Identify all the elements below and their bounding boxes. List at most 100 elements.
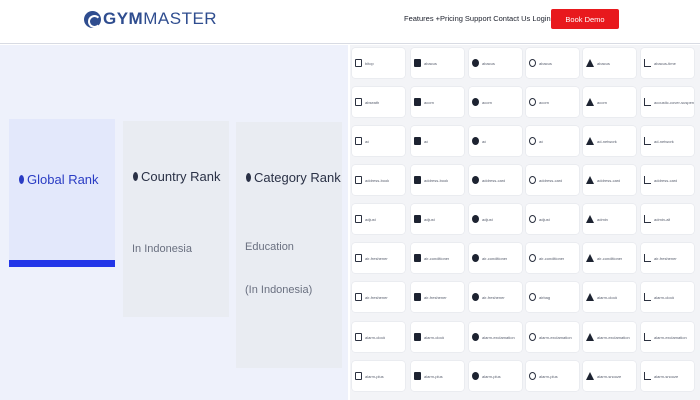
brand-name: GYMMASTER: [103, 9, 218, 28]
icon-tile[interactable]: alarm-exclamation: [526, 322, 579, 352]
air-freshener-icon: [355, 293, 362, 301]
icon-tile[interactable]: acorn: [583, 87, 636, 117]
icon-tile-label: air-freshener: [365, 255, 388, 261]
icon-tile-label: admin: [597, 216, 608, 222]
icon-tile[interactable]: ad: [411, 126, 464, 156]
icon-tile[interactable]: address-card: [469, 165, 522, 195]
icon-tile[interactable]: ad: [469, 126, 522, 156]
icon-tile[interactable]: alarm-snooze: [641, 361, 694, 391]
icon-tile[interactable]: adjust: [352, 204, 405, 234]
icon-tile[interactable]: air-freshener: [352, 243, 405, 273]
icon-tile-label: abseath: [365, 99, 380, 105]
icon-tile[interactable]: air-freshener: [352, 282, 405, 312]
alarm-exclamation-icon: [472, 333, 479, 341]
icon-tile[interactable]: abacus-time: [641, 48, 694, 78]
alarm-clock-icon: [644, 293, 651, 301]
book-demo-button[interactable]: Book Demo: [551, 9, 619, 29]
icon-tile[interactable]: abacus: [411, 48, 464, 78]
alarm-snooze-icon: [586, 372, 594, 380]
icon-tile[interactable]: air-conditioner: [526, 243, 579, 273]
icon-tile[interactable]: alarm-snooze: [583, 361, 636, 391]
icon-tile-label: alarm-plus: [424, 373, 443, 379]
rank-panel: Global Rank Country Rank In Indonesia Ca…: [0, 45, 348, 400]
icon-tile[interactable]: alarm-exclamation: [469, 322, 522, 352]
nav-login[interactable]: Login: [532, 14, 550, 24]
category-rank-card[interactable]: Category Rank Education (In Indonesia): [236, 122, 342, 368]
icon-tile[interactable]: adjust: [526, 204, 579, 234]
icon-tile[interactable]: abacus: [469, 48, 522, 78]
icon-tile-label: alarm-exclamation: [597, 334, 630, 340]
icon-tile[interactable]: alarm-plus: [526, 361, 579, 391]
icon-tile[interactable]: air-freshener: [641, 243, 694, 273]
icon-tile[interactable]: air-freshener: [411, 282, 464, 312]
icon-tile[interactable]: alarm-clock: [411, 322, 464, 352]
address-card-icon: [472, 176, 479, 184]
icon-tile[interactable]: address-book: [411, 165, 464, 195]
abacus-icon: [529, 59, 536, 67]
air-conditioner-icon: [586, 254, 594, 262]
icon-tile[interactable]: ad-network: [641, 126, 694, 156]
flag-icon: [133, 172, 138, 181]
icon-tile[interactable]: alarm-plus: [469, 361, 522, 391]
icon-tile[interactable]: alarm-plus: [352, 361, 405, 391]
icon-tile[interactable]: adjust: [469, 204, 522, 234]
address-book-icon: [414, 176, 421, 184]
icon-tile[interactable]: alarm-clock: [583, 282, 636, 312]
air-freshener-icon: [644, 254, 651, 262]
icon-tile[interactable]: abseath: [352, 87, 405, 117]
nav-support[interactable]: Support: [465, 14, 491, 24]
icon-tile[interactable]: air-conditioner: [411, 243, 464, 273]
icon-tile[interactable]: air-freshener: [469, 282, 522, 312]
nav-features[interactable]: Features: [404, 14, 434, 24]
icon-tile[interactable]: address-card: [583, 165, 636, 195]
air-freshener-icon: [355, 254, 362, 262]
icon-tile[interactable]: alarm-exclamation: [583, 322, 636, 352]
icon-tile[interactable]: bitop: [352, 48, 405, 78]
icon-tile[interactable]: abacus: [583, 48, 636, 78]
icon-tile[interactable]: admin-alt: [641, 204, 694, 234]
icon-tile-label: bitop: [365, 60, 374, 66]
icon-tile[interactable]: acorn: [469, 87, 522, 117]
icon-tile[interactable]: adjust: [411, 204, 464, 234]
icon-tile-label: admin-alt: [654, 216, 671, 222]
nav-contact[interactable]: Contact Us: [493, 14, 530, 24]
icon-tile[interactable]: ad: [526, 126, 579, 156]
icon-tile[interactable]: air-conditioner: [469, 243, 522, 273]
icon-tile-label: address-book: [424, 177, 449, 183]
category-rank-title: Category Rank: [254, 170, 341, 185]
icon-tile-label: adjust: [424, 216, 435, 222]
icon-tile[interactable]: ad: [352, 126, 405, 156]
global-rank-title: Global Rank: [27, 172, 99, 187]
country-rank-sub: In Indonesia: [132, 243, 192, 255]
grip-icon: [355, 59, 362, 67]
nav-pricing[interactable]: +Pricing: [436, 14, 463, 24]
globe-icon: [19, 175, 24, 184]
icon-tile[interactable]: ad-network: [583, 126, 636, 156]
icon-tile[interactable]: alarm-clock: [352, 322, 405, 352]
icon-tile[interactable]: airbag: [526, 282, 579, 312]
icon-tile-label: air-conditioner: [482, 255, 508, 261]
icon-tile[interactable]: acorn: [411, 87, 464, 117]
icon-tile[interactable]: alarm-plus: [411, 361, 464, 391]
gymmaster-logo[interactable]: GYMMASTER: [84, 9, 217, 29]
icon-tile[interactable]: air-conditioner: [583, 243, 636, 273]
icon-tile-label: address-book: [365, 177, 390, 183]
air-conditioner-icon: [414, 254, 421, 262]
icon-tile-label: air-conditioner: [539, 255, 565, 261]
icon-tile[interactable]: abacus: [526, 48, 579, 78]
icon-tile[interactable]: alarm-exclamation: [641, 322, 694, 352]
icon-tile-label: address-card: [597, 177, 621, 183]
icon-tile[interactable]: address-book: [352, 165, 405, 195]
icon-tile[interactable]: admin: [583, 204, 636, 234]
alarm-exclamation-icon: [586, 333, 594, 341]
global-rank-card[interactable]: Global Rank: [9, 119, 115, 267]
icon-tile[interactable]: address-card: [641, 165, 694, 195]
icon-tile-label: alarm-exclamation: [539, 334, 572, 340]
abacus-time-icon: [644, 59, 651, 67]
icon-tile[interactable]: alarm-clock: [641, 282, 694, 312]
icon-tile[interactable]: address-card: [526, 165, 579, 195]
icon-tile[interactable]: acoustic-cover-suspended: [641, 87, 694, 117]
acorn-icon: [472, 98, 479, 106]
country-rank-card[interactable]: Country Rank In Indonesia: [123, 121, 229, 317]
icon-tile[interactable]: acorn: [526, 87, 579, 117]
